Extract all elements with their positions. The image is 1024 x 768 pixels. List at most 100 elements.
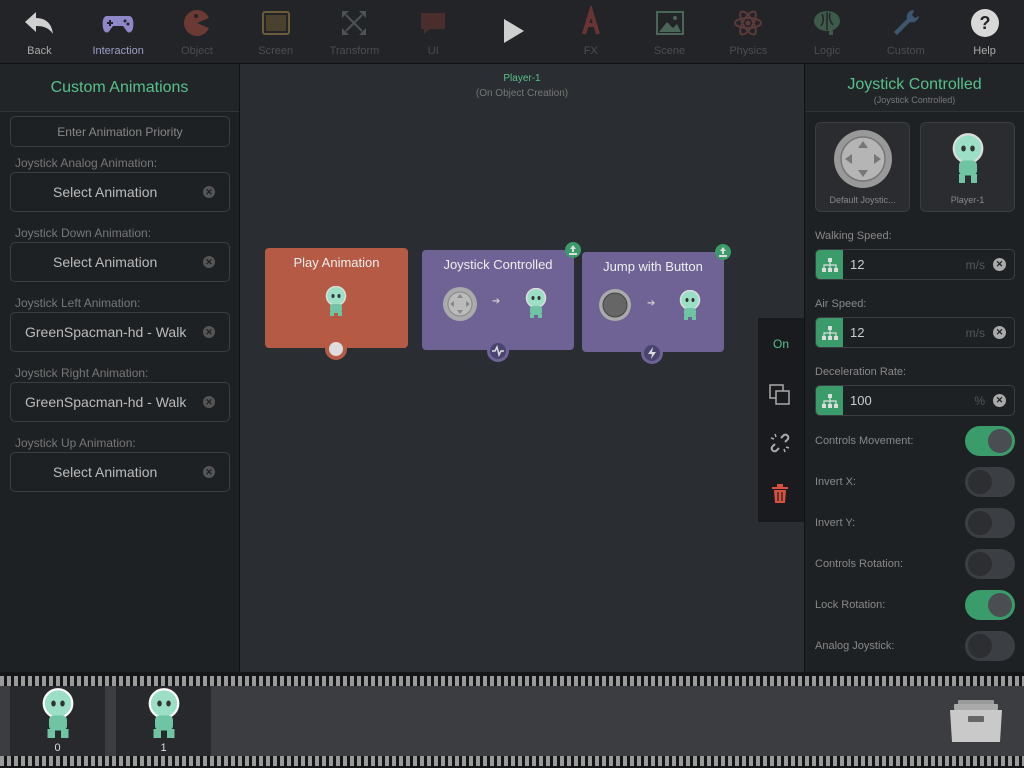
app-window: Back Interaction Object Screen Transform… bbox=[0, 0, 1024, 768]
trash-icon[interactable] bbox=[771, 484, 789, 504]
node-connector[interactable] bbox=[325, 338, 347, 360]
logic-button[interactable]: Logic bbox=[788, 0, 867, 63]
film-perforation bbox=[0, 756, 1024, 766]
alien-character-icon bbox=[525, 288, 547, 318]
controls-movement-row: Controls Movement: bbox=[815, 426, 1015, 456]
frame-number: 1 bbox=[160, 742, 167, 754]
object-label: Object bbox=[181, 45, 213, 57]
joystick-down-select[interactable]: Select Animation ✕ bbox=[10, 242, 230, 282]
clear-icon[interactable]: ✕ bbox=[203, 326, 215, 338]
filmstrip-frame[interactable]: 1 bbox=[116, 686, 211, 756]
joystick-analog-select[interactable]: Select Animation ✕ bbox=[10, 172, 230, 212]
clear-icon[interactable]: ✕ bbox=[203, 466, 215, 478]
clear-icon[interactable]: ✕ bbox=[203, 186, 215, 198]
joystick-icon bbox=[834, 130, 892, 188]
scene-button[interactable]: Scene bbox=[630, 0, 709, 63]
transform-button[interactable]: Transform bbox=[315, 0, 394, 63]
clear-icon[interactable]: ✕ bbox=[203, 256, 215, 268]
field-unit: % bbox=[974, 393, 985, 408]
expand-icon bbox=[342, 11, 367, 35]
joystick-icon bbox=[443, 287, 477, 321]
field-unit: m/s bbox=[965, 325, 985, 340]
play-animation-node[interactable]: Play Animation bbox=[265, 248, 408, 360]
node-connector[interactable] bbox=[641, 342, 663, 364]
thumbnail-label: Player-1 bbox=[950, 195, 985, 205]
toggle-label: Invert Y: bbox=[815, 517, 856, 529]
deceleration-rate-input[interactable]: 100 % ✕ bbox=[815, 385, 1015, 416]
on-toggle-button[interactable]: On bbox=[758, 337, 804, 351]
play-button[interactable] bbox=[473, 0, 552, 63]
copy-icon[interactable] bbox=[769, 384, 791, 406]
button-icon bbox=[599, 289, 631, 321]
select-value: Select Animation bbox=[53, 184, 158, 200]
node-connector[interactable] bbox=[487, 340, 509, 362]
controls-movement-toggle[interactable] bbox=[965, 426, 1015, 456]
player-thumbnail[interactable]: Player-1 bbox=[920, 122, 1015, 212]
node-title: Play Animation bbox=[293, 255, 380, 270]
object-button[interactable]: Object bbox=[158, 0, 237, 63]
lightning-icon bbox=[644, 345, 660, 361]
node-title: Jump with Button bbox=[603, 259, 703, 274]
speech-bubble-icon bbox=[421, 13, 446, 34]
toggle-label: Controls Rotation: bbox=[815, 558, 904, 570]
interaction-label: Interaction bbox=[92, 45, 144, 57]
jump-with-button-node[interactable]: Jump with Button ➔ bbox=[582, 244, 731, 364]
joystick-left-label: Joystick Left Animation: bbox=[15, 296, 141, 310]
animation-priority-input[interactable]: Enter Animation Priority bbox=[10, 116, 230, 147]
fx-button[interactable]: FX bbox=[551, 0, 630, 63]
analog-joystick-toggle[interactable] bbox=[965, 631, 1015, 661]
ui-label: UI bbox=[427, 45, 439, 57]
behavior-canvas[interactable]: Player-1 (On Object Creation) Play Anima… bbox=[240, 64, 804, 672]
storage-box-icon[interactable] bbox=[948, 698, 1004, 744]
joystick-up-label: Joystick Up Animation: bbox=[15, 436, 136, 450]
physics-label: Physics bbox=[729, 45, 768, 57]
interaction-button[interactable]: Interaction bbox=[79, 0, 158, 63]
physics-button[interactable]: Physics bbox=[709, 0, 788, 63]
joystick-thumbnail[interactable]: Default Joystic... bbox=[815, 122, 910, 212]
clear-icon[interactable]: ✕ bbox=[993, 394, 1006, 407]
unlink-icon[interactable] bbox=[769, 432, 791, 454]
joystick-controlled-node[interactable]: Joystick Controlled ➔ bbox=[422, 242, 581, 362]
alien-character-icon bbox=[952, 133, 984, 183]
field-value: 12 bbox=[850, 325, 865, 340]
custom-button[interactable]: Custom bbox=[866, 0, 945, 63]
behavior-properties-panel: Joystick Controlled (Joystick Controlled… bbox=[804, 64, 1024, 672]
lock-rotation-toggle[interactable] bbox=[965, 590, 1015, 620]
arrow-icon: ➔ bbox=[647, 298, 656, 309]
controls-rotation-row: Controls Rotation: bbox=[815, 549, 1015, 579]
atom-icon bbox=[734, 10, 763, 36]
upload-badge-icon[interactable] bbox=[715, 244, 731, 260]
invert-y-toggle[interactable] bbox=[965, 508, 1015, 538]
back-button[interactable]: Back bbox=[0, 0, 79, 63]
help-button[interactable]: ? Help bbox=[945, 0, 1024, 63]
joystick-left-select[interactable]: GreenSpacman-hd - Walk ✕ bbox=[10, 312, 230, 352]
filmstrip-frame[interactable]: 0 bbox=[10, 686, 105, 756]
air-speed-input[interactable]: 12 m/s ✕ bbox=[815, 317, 1015, 348]
screen-button[interactable]: Screen bbox=[236, 0, 315, 63]
clear-icon[interactable]: ✕ bbox=[993, 258, 1006, 271]
joystick-right-select[interactable]: GreenSpacman-hd - Walk ✕ bbox=[10, 382, 230, 422]
joystick-up-select[interactable]: Select Animation ✕ bbox=[10, 452, 230, 492]
walking-speed-input[interactable]: 12 m/s ✕ bbox=[815, 249, 1015, 280]
transform-label: Transform bbox=[329, 45, 380, 57]
clear-icon[interactable]: ✕ bbox=[993, 326, 1006, 339]
toggle-label: Controls Movement: bbox=[815, 435, 914, 447]
object-name: Player-1 bbox=[503, 73, 541, 84]
controls-rotation-toggle[interactable] bbox=[965, 549, 1015, 579]
joystick-right-label: Joystick Right Animation: bbox=[15, 366, 149, 380]
joystick-analog-label: Joystick Analog Animation: bbox=[15, 156, 158, 170]
hierarchy-icon[interactable] bbox=[816, 250, 843, 279]
upload-badge-icon[interactable] bbox=[565, 242, 581, 258]
tablet-icon bbox=[261, 11, 290, 35]
hierarchy-icon[interactable] bbox=[816, 318, 843, 347]
object-filmstrip: 0 1 bbox=[0, 672, 1024, 768]
lock-rotation-row: Lock Rotation: bbox=[815, 590, 1015, 620]
panel-title: Custom Animations bbox=[0, 64, 239, 112]
alien-character-icon bbox=[679, 290, 701, 320]
film-perforation bbox=[0, 676, 1024, 686]
invert-x-toggle[interactable] bbox=[965, 467, 1015, 497]
clear-icon[interactable]: ✕ bbox=[203, 396, 215, 408]
toggle-label: Lock Rotation: bbox=[815, 599, 886, 611]
ui-button[interactable]: UI bbox=[394, 0, 473, 63]
hierarchy-icon[interactable] bbox=[816, 386, 843, 415]
